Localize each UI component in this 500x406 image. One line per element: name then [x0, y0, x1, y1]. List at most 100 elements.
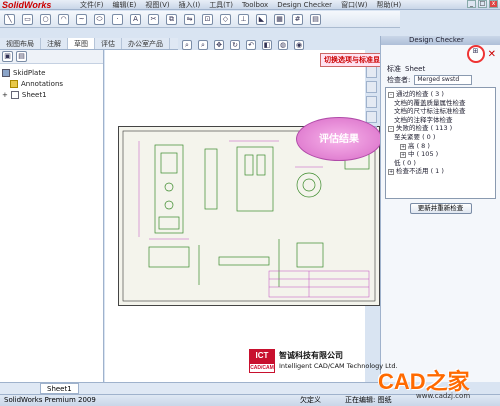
part-icon — [2, 68, 10, 77]
expand-icon[interactable]: + — [388, 169, 394, 176]
result-not-applicable[interactable]: + 检查不适用 ( 1 ) — [388, 167, 493, 176]
menu-toolbox[interactable]: Toolbox — [242, 0, 268, 10]
collapse-icon[interactable]: - — [388, 126, 394, 133]
feature-manager-panel: ▣ ▤ SkidPlate Annotations + Sheet1 — [0, 50, 104, 382]
menu-tools[interactable]: 工具(T) — [209, 0, 233, 10]
close-button[interactable]: x — [489, 0, 498, 8]
rectangle-icon[interactable]: ▭ — [22, 13, 33, 25]
result-item[interactable]: 文档的尺寸标注标准检查 — [388, 107, 493, 116]
section-view-icon[interactable]: ◧ — [262, 40, 272, 50]
dimension-icon[interactable]: ◇ — [220, 13, 231, 25]
feature-tree: SkidPlate Annotations + Sheet1 — [0, 64, 103, 103]
zoom-fit-icon[interactable]: ⌕ — [182, 40, 192, 50]
expand-icon[interactable]: + — [400, 152, 406, 159]
sheet-tab[interactable]: Sheet1 — [40, 383, 79, 394]
annotations-icon — [10, 79, 18, 88]
line-icon[interactable]: ╲ — [4, 13, 15, 25]
task-pane-tab-home[interactable] — [366, 66, 377, 78]
mirror-icon[interactable]: ⇋ — [184, 13, 195, 25]
block-icon[interactable]: ▤ — [310, 13, 321, 25]
result-high[interactable]: + 高 ( 8 ) — [388, 142, 493, 151]
result-item[interactable]: 文档的注释字体检查 — [388, 116, 493, 125]
tab-evaluate[interactable]: 评估 — [95, 38, 122, 49]
result-passed[interactable]: - 通过的检查 ( 3 ) — [388, 90, 493, 99]
result-label: 文档的注释字体检查 — [394, 115, 453, 124]
feature-tree-icon[interactable]: ▣ — [2, 51, 13, 62]
checker-row: 检查者: Merged swstd — [381, 74, 500, 85]
minimize-button[interactable]: _ — [467, 0, 476, 8]
trim-icon[interactable]: ✂ — [148, 13, 159, 25]
tab-view-layout[interactable]: 视图布局 — [0, 38, 41, 49]
tab-office[interactable]: 办公室产品 — [122, 38, 170, 49]
task-pane-tab-library[interactable] — [366, 81, 377, 93]
display-style-icon[interactable]: ◍ — [278, 40, 288, 50]
task-pane-tab-search[interactable] — [366, 111, 377, 123]
menu-insert[interactable]: 插入(I) — [179, 0, 201, 10]
result-failed[interactable]: - 失败的检查 ( 113 ) — [388, 124, 493, 133]
logo-mark-text: ICT — [255, 351, 269, 360]
previous-view-icon[interactable]: ↶ — [246, 40, 256, 50]
tab-sketch[interactable]: 草图 — [68, 38, 95, 49]
chamfer-icon[interactable]: ◣ — [256, 13, 267, 25]
offset-icon[interactable]: ⧉ — [166, 13, 177, 25]
result-label: 至关紧要 ( 0 ) — [394, 132, 436, 141]
pan-icon[interactable]: ✥ — [214, 40, 224, 50]
watermark: CAD之家 www.cadzj.com — [378, 364, 496, 404]
result-critical[interactable]: 至关紧要 ( 0 ) — [388, 133, 493, 142]
result-item[interactable]: 文档的覆盖质量属性检查 — [388, 99, 493, 108]
rotate-icon[interactable]: ↻ — [230, 40, 240, 50]
result-label: 文档的覆盖质量属性检查 — [394, 98, 466, 107]
ict-logo-mark: ICT CAD/CAM — [249, 349, 275, 373]
arc-icon[interactable]: ◠ — [58, 13, 69, 25]
circle-icon[interactable]: ○ — [40, 13, 51, 25]
hide-show-icon[interactable]: ◉ — [294, 40, 304, 50]
result-medium[interactable]: + 中 ( 105 ) — [388, 150, 493, 159]
menu-edit[interactable]: 编辑(E) — [113, 0, 137, 10]
check-results-tree: - 通过的检查 ( 3 ) 文档的覆盖质量属性检查 文档的尺寸标注标准检查 文档的… — [385, 87, 496, 199]
menu-view[interactable]: 视图(V) — [145, 0, 169, 10]
standard-row: 标准 Sheet — [381, 63, 500, 74]
point-icon[interactable]: · — [112, 13, 123, 25]
grid-icon[interactable]: # — [292, 13, 303, 25]
property-manager-icon[interactable]: ▤ — [16, 51, 27, 62]
collapse-icon[interactable]: - — [388, 92, 394, 98]
tree-item-sheet[interactable]: + Sheet1 — [2, 89, 101, 100]
menu-design-checker[interactable]: Design Checker — [277, 0, 332, 10]
sketch-tool-icon[interactable]: ⊡ — [202, 13, 213, 25]
tree-item-root[interactable]: SkidPlate — [2, 67, 101, 78]
rerun-check-button[interactable]: 更新并重新检查 — [409, 203, 472, 214]
tree-item-label: Sheet1 — [21, 90, 47, 99]
task-pane-tab-explorer[interactable] — [366, 96, 377, 108]
result-label: 高 ( 8 ) — [408, 141, 430, 150]
relation-icon[interactable]: ⊥ — [238, 13, 249, 25]
menu-help[interactable]: 帮助(H) — [376, 0, 401, 10]
feature-manager-header: ▣ ▤ — [0, 50, 103, 64]
standard-label: 标准 — [387, 64, 401, 73]
tab-annotation[interactable]: 注解 — [41, 38, 68, 49]
menu-file[interactable]: 文件(F) — [80, 0, 104, 10]
tree-item-annotations[interactable]: Annotations — [2, 78, 101, 89]
logo-mark-sub: CAD/CAM — [249, 363, 275, 373]
text-icon[interactable]: A — [130, 13, 141, 25]
zoom-area-icon[interactable]: ⌕ — [198, 40, 208, 50]
toggle-standard-display-icon[interactable]: ⊞ — [466, 45, 485, 63]
app-logo: SolidWorks — [2, 0, 52, 10]
pattern-icon[interactable]: ▦ — [274, 13, 285, 25]
sheet-icon — [10, 90, 19, 99]
checker-select[interactable]: Merged swstd — [414, 74, 473, 85]
ellipse-icon[interactable]: ⬭ — [94, 13, 105, 25]
result-low[interactable]: 低 ( 0 ) — [388, 159, 493, 168]
tree-item-label: Annotations — [21, 79, 64, 88]
expand-icon[interactable]: + — [400, 143, 406, 150]
menu-bar: 文件(F) 编辑(E) 视图(V) 插入(I) 工具(T) Toolbox De… — [80, 0, 401, 10]
status-product: SolidWorks Premium 2009 — [4, 396, 96, 404]
maximize-button[interactable]: □ — [478, 0, 487, 8]
title-bar: SolidWorks 文件(F) 编辑(E) 视图(V) 插入(I) 工具(T)… — [0, 0, 500, 10]
command-manager-tabs: 视图布局 注解 草图 评估 办公室产品 — [0, 38, 178, 50]
spline-icon[interactable]: ~ — [76, 13, 87, 25]
close-panel-icon[interactable]: ✕ — [488, 49, 496, 60]
result-label: 低 ( 0 ) — [394, 158, 416, 167]
expand-icon[interactable]: + — [2, 91, 8, 99]
menu-window[interactable]: 窗口(W) — [341, 0, 367, 10]
graphics-area[interactable] — [105, 50, 380, 382]
